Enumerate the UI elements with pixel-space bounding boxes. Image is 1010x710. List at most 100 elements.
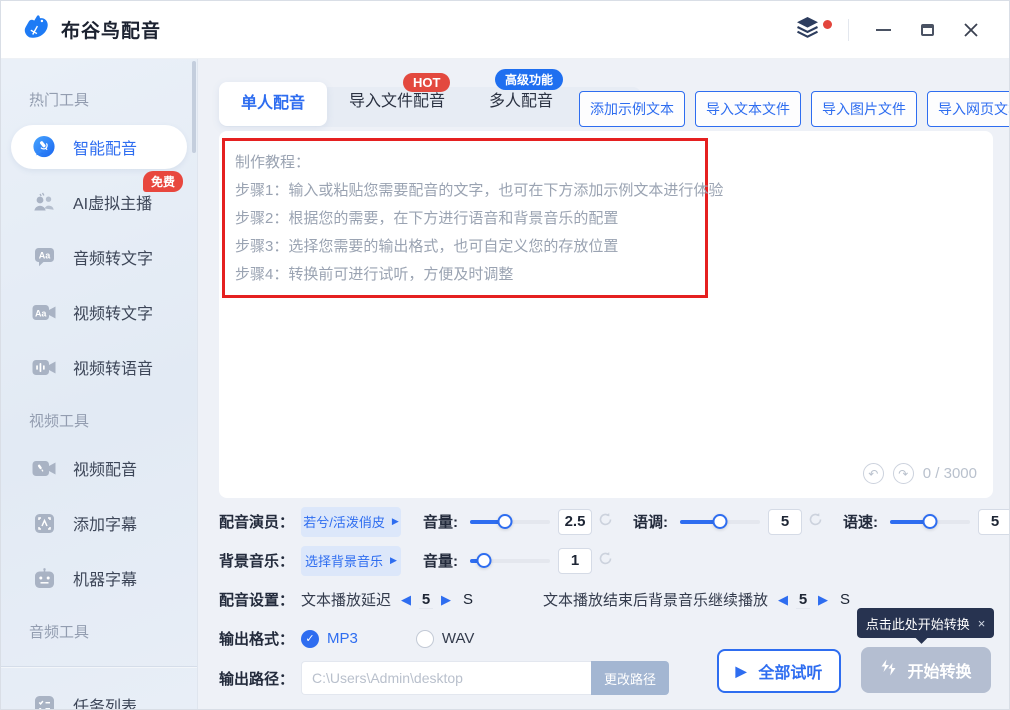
- bgm-continue-stepper: ◀ 5 ▶ S: [778, 591, 850, 609]
- speed-label: 语速:: [843, 511, 878, 532]
- maximize-button[interactable]: [907, 12, 947, 48]
- free-badge: 免费: [143, 171, 183, 192]
- volume-slider[interactable]: [470, 515, 550, 529]
- sidebar-item-machine-subtitles[interactable]: 机器字幕: [11, 556, 187, 600]
- volume-label: 音量:: [423, 511, 458, 532]
- advanced-feature-badge: 高级功能: [495, 69, 563, 90]
- sidebar-item-label: 音频转文字: [73, 245, 153, 269]
- add-sample-text-button[interactable]: 添加示例文本: [579, 91, 685, 127]
- decrease-continue-icon[interactable]: ◀: [778, 592, 788, 608]
- video-dubbing-camera-mic-icon: [31, 460, 57, 477]
- sidebar-item-video-to-text[interactable]: Aa 视频转文字: [11, 290, 187, 334]
- continue-unit: S: [840, 591, 850, 608]
- video-to-speech-camera-wave-icon: [31, 359, 57, 376]
- app-logo-bird-icon: [21, 12, 51, 47]
- tutorial-title: 制作教程：: [235, 149, 695, 177]
- decrease-delay-icon[interactable]: ◀: [401, 592, 411, 608]
- pitch-label: 语调:: [633, 511, 668, 532]
- sidebar-item-video-to-speech[interactable]: 视频转语音: [11, 345, 187, 389]
- start-convert-button[interactable]: 开始转换: [861, 647, 991, 693]
- smart-dubbing-mic-bubble-icon: [31, 134, 57, 161]
- output-format-label: 输出格式：: [219, 628, 301, 649]
- tooltip-close-icon[interactable]: ×: [978, 616, 986, 631]
- tutorial-highlight-box: 制作教程： 步骤1：输入或粘贴您需要配音的文字，也可在下方添加示例文本进行体验 …: [222, 138, 708, 298]
- svg-text:Aa: Aa: [35, 308, 47, 318]
- sidebar-item-smart-dubbing[interactable]: 智能配音: [11, 125, 187, 169]
- delay-unit: S: [463, 591, 473, 608]
- sidebar-scrollbar[interactable]: [192, 61, 196, 153]
- speed-value[interactable]: 5: [978, 509, 1010, 535]
- reset-bgm-volume-icon[interactable]: [598, 551, 613, 571]
- volume-value[interactable]: 2.5: [558, 509, 592, 535]
- bgm-volume-value[interactable]: 1: [558, 548, 592, 574]
- change-path-button[interactable]: 更改路径: [591, 661, 669, 695]
- app-window: 布谷鸟配音 热门工具: [0, 0, 1010, 710]
- undo-icon[interactable]: ↶: [863, 463, 884, 484]
- tutorial-step: 步骤2：根据您的需要，在下方进行语音和背景音乐的配置: [235, 205, 695, 233]
- mp3-radio-checked-icon[interactable]: ✓: [301, 630, 319, 648]
- mp3-radio-label[interactable]: MP3: [327, 630, 358, 647]
- pitch-value[interactable]: 5: [768, 509, 802, 535]
- tutorial-step: 步骤4：转换前可进行试听，方便及时调整: [235, 261, 695, 289]
- tutorial-step: 步骤3：选择您需要的输出格式，也可自定义您的存放位置: [235, 233, 695, 261]
- import-image-file-button[interactable]: 导入图片文件: [811, 91, 917, 127]
- background-music-value: 选择背景音乐: [305, 551, 383, 570]
- svg-text:Aa: Aa: [38, 251, 50, 261]
- sidebar-divider: [1, 666, 197, 667]
- sidebar-item-label: 任务列表: [73, 693, 137, 710]
- sidebar-section-audio-tools: 音频工具: [1, 611, 197, 652]
- text-editor[interactable]: 制作教程： 步骤1：输入或粘贴您需要配音的文字，也可在下方添加示例文本进行体验 …: [219, 131, 993, 498]
- reset-volume-icon[interactable]: [598, 512, 613, 532]
- continue-value[interactable]: 5: [796, 591, 810, 609]
- hot-badge: HOT: [403, 73, 450, 92]
- voice-actor-value: 若兮/活泼俏皮: [303, 512, 385, 531]
- text-play-delay-label: 文本播放延迟: [301, 589, 391, 610]
- increase-delay-icon[interactable]: ▶: [441, 592, 451, 608]
- convert-bolts-icon: [880, 659, 897, 681]
- notification-dot: [823, 20, 832, 29]
- minimize-button[interactable]: [863, 12, 903, 48]
- sidebar-item-task-list[interactable]: 任务列表: [11, 683, 187, 710]
- speed-slider[interactable]: [890, 515, 970, 529]
- tooltip-text: 点击此处开始转换: [866, 614, 970, 633]
- voice-actor-selector[interactable]: 若兮/活泼俏皮 ▶: [301, 507, 401, 537]
- sidebar-section-video-tools: 视频工具: [1, 400, 197, 441]
- add-subtitles-frame-icon: [31, 513, 57, 534]
- background-music-selector[interactable]: 选择背景音乐 ▶: [301, 546, 401, 576]
- preview-all-button[interactable]: ▶ 全部试听: [717, 649, 841, 693]
- tutorial-step: 步骤1：输入或粘贴您需要配音的文字，也可在下方添加示例文本进行体验: [235, 177, 695, 205]
- output-path-input[interactable]: [301, 661, 591, 695]
- sidebar-item-label: 智能配音: [73, 135, 137, 159]
- import-webpage-text-button[interactable]: 导入网页文本: [927, 91, 1010, 127]
- dubbing-settings-label: 配音设置：: [219, 589, 301, 610]
- sidebar-item-audio-to-text[interactable]: Aa 音频转文字: [11, 235, 187, 279]
- main-content: 单人配音 导入文件配音 多人配音 HOT 高级功能 添加示例文本 导入文本文件 …: [198, 59, 1010, 710]
- layers-menu-icon[interactable]: [789, 10, 834, 50]
- title-bar: 布谷鸟配音: [1, 1, 1009, 59]
- video-to-text-camera-icon: Aa: [31, 304, 57, 321]
- sidebar-item-video-dubbing[interactable]: 视频配音: [11, 446, 187, 490]
- reset-pitch-icon[interactable]: [808, 512, 823, 532]
- sidebar-item-add-subtitles[interactable]: 添加字幕: [11, 501, 187, 545]
- sidebar-item-ai-virtual-host[interactable]: AI虚拟主播 免费: [11, 180, 187, 224]
- close-button[interactable]: [951, 12, 991, 48]
- tab-single-dubbing[interactable]: 单人配音: [219, 82, 327, 126]
- robot-icon: [31, 568, 57, 589]
- pitch-slider[interactable]: [680, 515, 760, 529]
- voice-actor-row: 配音演员： 若兮/活泼俏皮 ▶ 音量: 2.5 语调:: [219, 505, 1010, 538]
- output-path-label: 输出路径：: [219, 668, 301, 689]
- preview-all-label: 全部试听: [758, 659, 822, 683]
- background-music-row: 背景音乐： 选择背景音乐 ▶ 音量: 1: [219, 544, 1010, 577]
- bgm-volume-slider[interactable]: [470, 554, 550, 568]
- character-counter: 0 / 3000: [923, 465, 977, 482]
- tab-row: 单人配音 导入文件配音 多人配音 HOT 高级功能 添加示例文本 导入文本文件 …: [219, 69, 1010, 131]
- sidebar-item-label: 机器字幕: [73, 566, 137, 590]
- chevron-right-icon: ▶: [392, 516, 399, 527]
- redo-icon[interactable]: ↷: [893, 463, 914, 484]
- increase-continue-icon[interactable]: ▶: [818, 592, 828, 608]
- delay-value[interactable]: 5: [419, 591, 433, 609]
- wav-radio-icon[interactable]: [416, 630, 434, 648]
- wav-radio-label[interactable]: WAV: [442, 630, 475, 647]
- import-text-file-button[interactable]: 导入文本文件: [695, 91, 801, 127]
- delay-stepper: ◀ 5 ▶ S: [401, 591, 473, 609]
